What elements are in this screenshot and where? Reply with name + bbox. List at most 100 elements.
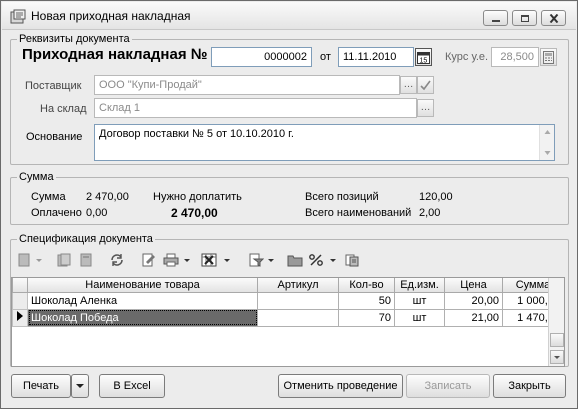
paid-value: 0,00: [86, 207, 108, 219]
add-menu-arrow-icon[interactable]: [34, 253, 44, 267]
spec-table-body: Наименование товара Артикул Кол-во Ед.из…: [12, 278, 564, 327]
current-row-arrow-icon: [17, 311, 23, 321]
supplier-select-button[interactable]: …: [400, 76, 417, 94]
cell-article[interactable]: [257, 291, 339, 310]
table-scrollbar[interactable]: [548, 278, 564, 366]
names-label: Всего наименований: [305, 207, 412, 219]
checkmark-icon: [420, 80, 431, 91]
close-icon: [549, 14, 559, 23]
rate-field[interactable]: 28,500: [491, 47, 539, 67]
refresh-icon[interactable]: [109, 253, 125, 267]
requisites-group-label: Реквизиты документа: [17, 33, 132, 45]
positions-label: Всего позиций: [305, 191, 379, 203]
invoice-window: Новая приходная накладная Реквизиты доку…: [0, 0, 578, 409]
rate-label: Курс у.е.: [445, 51, 489, 63]
calendar-icon: 15: [417, 52, 430, 65]
spec-table[interactable]: Наименование товара Артикул Кол-во Ед.из…: [11, 277, 565, 367]
fill-icon[interactable]: [344, 253, 360, 267]
cell-unit[interactable]: шт: [394, 308, 445, 327]
add-icon[interactable]: [16, 253, 32, 267]
column-header-qty[interactable]: Кол-во: [338, 278, 395, 293]
print-button[interactable]: Печать: [11, 374, 71, 398]
scroll-down-button[interactable]: [550, 350, 564, 364]
close-window-button[interactable]: [541, 10, 566, 26]
positions-value: 120,00: [419, 191, 453, 203]
window-title: Новая приходная накладная: [31, 9, 191, 23]
close-button[interactable]: Закрыть: [493, 374, 566, 398]
scroll-down-icon: [544, 151, 551, 155]
due-value: 2 470,00: [171, 206, 218, 220]
copy-icon[interactable]: [56, 253, 72, 267]
percent-icon[interactable]: [308, 253, 324, 267]
ellipsis-icon: …: [403, 79, 414, 90]
supplier-label: Поставщик: [25, 80, 82, 92]
cell-qty[interactable]: 50: [338, 291, 395, 310]
minimize-icon: [492, 20, 500, 22]
basis-textarea[interactable]: Договор поставки № 5 от 10.10.2010 г.: [94, 124, 555, 161]
delete-icon[interactable]: [78, 253, 94, 267]
spec-group-label: Спецификация документа: [17, 233, 155, 245]
cancel-posting-button[interactable]: Отменить проведение: [278, 374, 403, 398]
percent-menu-arrow-icon[interactable]: [328, 253, 338, 267]
sum-label: Сумма: [31, 191, 66, 203]
document-title: Приходная накладная №: [22, 46, 208, 63]
basis-text: Договор поставки № 5 от 10.10.2010 г.: [99, 128, 294, 140]
warehouse-select-button[interactable]: …: [417, 99, 434, 117]
filter-icon[interactable]: [248, 253, 264, 267]
print-dropdown-button[interactable]: [71, 374, 89, 398]
edit-icon[interactable]: [141, 253, 157, 267]
cell-price[interactable]: 21,00: [444, 308, 503, 327]
warehouse-field[interactable]: Склад 1: [94, 98, 417, 118]
excel-icon[interactable]: [201, 253, 217, 267]
column-header-price[interactable]: Цена: [444, 278, 503, 293]
scroll-up-icon: [544, 130, 551, 134]
app-icon: [10, 9, 26, 24]
basis-label: Основание: [26, 131, 83, 143]
document-number-field[interactable]: 0000002: [211, 47, 312, 67]
print-menu-arrow-icon[interactable]: [182, 253, 192, 267]
calculator-button[interactable]: [540, 48, 557, 66]
row-indicator: [12, 291, 28, 310]
cell-name[interactable]: Шоколад Победа: [27, 308, 258, 327]
column-header-unit[interactable]: Ед.изм.: [394, 278, 445, 293]
title-bar[interactable]: Новая приходная накладная: [2, 2, 576, 30]
supplier-ok-button[interactable]: [417, 76, 434, 94]
scroll-thumb[interactable]: [550, 333, 564, 347]
paid-label: Оплачено: [31, 207, 82, 219]
cell-price[interactable]: 20,00: [444, 291, 503, 310]
calculator-icon: [543, 51, 554, 64]
column-header-article[interactable]: Артикул: [257, 278, 339, 293]
maximize-icon: [521, 15, 529, 22]
indicator-header: [12, 278, 28, 293]
sum-group-label: Сумма: [17, 171, 56, 183]
date-label: от: [320, 51, 331, 63]
maximize-button[interactable]: [512, 10, 537, 26]
supplier-field[interactable]: ООО "Купи-Продай": [94, 75, 400, 95]
cell-article[interactable]: [257, 308, 339, 327]
folder-icon[interactable]: [287, 253, 303, 267]
names-value: 2,00: [419, 207, 441, 219]
scroll-down-icon: [554, 356, 560, 359]
calendar-button[interactable]: 15: [415, 48, 432, 66]
due-label: Нужно доплатить: [153, 191, 242, 203]
svg-text:15: 15: [420, 58, 428, 65]
basis-scrollbar[interactable]: [539, 125, 554, 160]
minimize-button[interactable]: [483, 10, 508, 26]
sum-value: 2 470,00: [86, 191, 129, 203]
row-indicator: [12, 308, 28, 327]
ellipsis-icon: …: [420, 102, 431, 113]
chevron-down-icon: [76, 384, 84, 388]
filter-menu-arrow-icon[interactable]: [266, 253, 276, 267]
cell-qty[interactable]: 70: [338, 308, 395, 327]
save-button[interactable]: Записать: [406, 374, 490, 398]
print-icon[interactable]: [163, 253, 179, 267]
excel-button[interactable]: В Excel: [99, 374, 165, 398]
cell-name[interactable]: Шоколад Аленка: [27, 291, 258, 310]
excel-menu-arrow-icon[interactable]: [222, 253, 232, 267]
column-header-name[interactable]: Наименование товара: [27, 278, 258, 293]
date-field[interactable]: 11.11.2010: [338, 47, 414, 67]
cell-unit[interactable]: шт: [394, 291, 445, 310]
warehouse-label: На склад: [40, 103, 87, 115]
table-row[interactable]: Шоколад Аленка 50 шт 20,00 1 000,00: [12, 291, 564, 310]
table-row-selected[interactable]: Шоколад Победа 70 шт 21,00 1 470,00: [12, 308, 564, 327]
